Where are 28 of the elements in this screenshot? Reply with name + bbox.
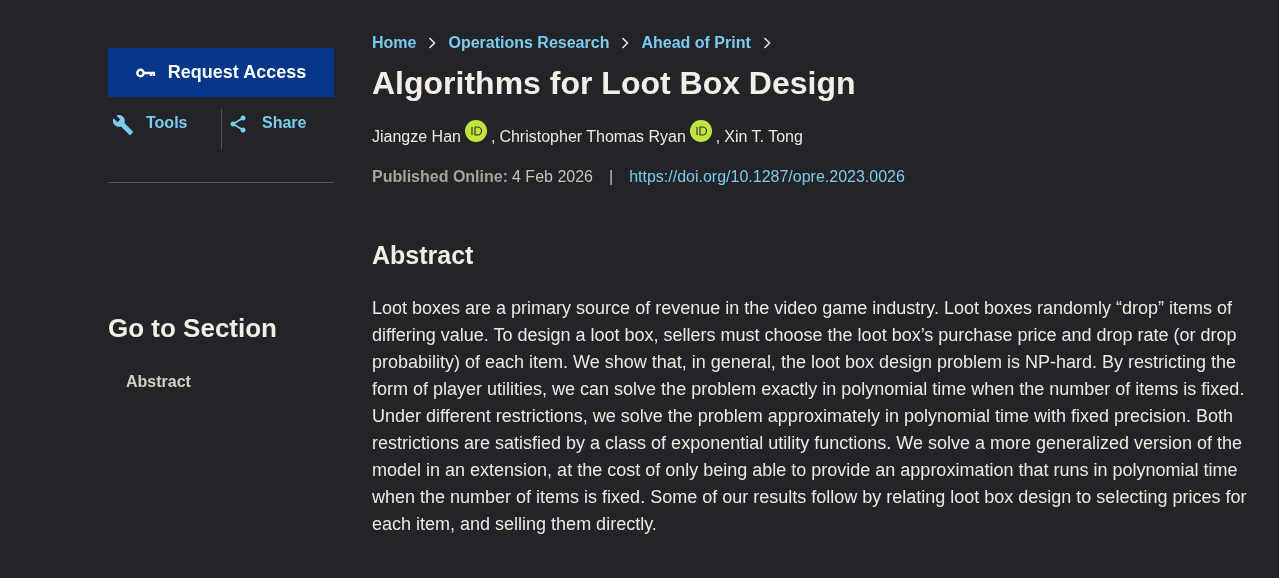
comma: , [715, 127, 721, 147]
section-heading: Go to Section [108, 312, 278, 345]
author-name[interactable]: Xin T. Tong [724, 125, 803, 149]
breadcrumb-link[interactable]: Home [372, 31, 417, 55]
orcid-icon[interactable] [464, 120, 487, 142]
published-label: Published Online: [372, 167, 508, 187]
chevron-icon [762, 37, 771, 49]
share-link[interactable]: Share [222, 109, 307, 182]
breadcrumb-link[interactable]: Ahead of Print [641, 31, 751, 55]
key-icon [135, 67, 156, 78]
chevron-icon [428, 37, 437, 49]
section-link[interactable]: Abstract [126, 370, 334, 394]
separator: | [608, 167, 614, 187]
doi-link[interactable]: https://doi.org/10.1287/opre.2023.0026 [629, 165, 905, 189]
request-access-button[interactable]: Request Access [108, 48, 334, 97]
tools-link[interactable]: Tools [108, 109, 221, 182]
article-title: Algorithms for Loot Box Design [372, 64, 857, 103]
author-name[interactable]: Christopher Thomas Ryan [499, 125, 686, 149]
published-date: 4 Feb 2026 [512, 167, 593, 187]
breadcrumb-link[interactable]: Operations Research [448, 31, 610, 55]
author-name[interactable]: Jiangze Han [372, 125, 461, 149]
share-icon [230, 115, 246, 133]
abstract-text: Loot boxes are a primary source of revenue in the video game industry. Loot boxes randomly “drop” items of differing value. To design a loot box, sellers must choose the loot box’s purchase price and drop rate (or drop probability) of each item. We show that, in general, the loot box design problem is NP-hard. By restricting the form of player utilities, we can solve the problem exactly in polynomial time when the number of items is fixed. Under different restrictions, we solve the problem approximately in polynomial time with fixed precision. Both restrictions are satisfied by a class of exponential utility functions. We solve a more generalized version of the model in an extension, at the cost of only being able to provide an approximation that runs in polynomial time when the number of items is fixed. Some of our results follow by relating loot box design to selecting prices for each item, and selling them directly. [372, 296, 1248, 536]
abstract-heading: Abstract [372, 240, 475, 271]
orcid-icon[interactable] [689, 120, 712, 142]
wrench-icon [112, 114, 134, 136]
comma: , [490, 127, 496, 147]
chevron-icon [621, 37, 630, 49]
